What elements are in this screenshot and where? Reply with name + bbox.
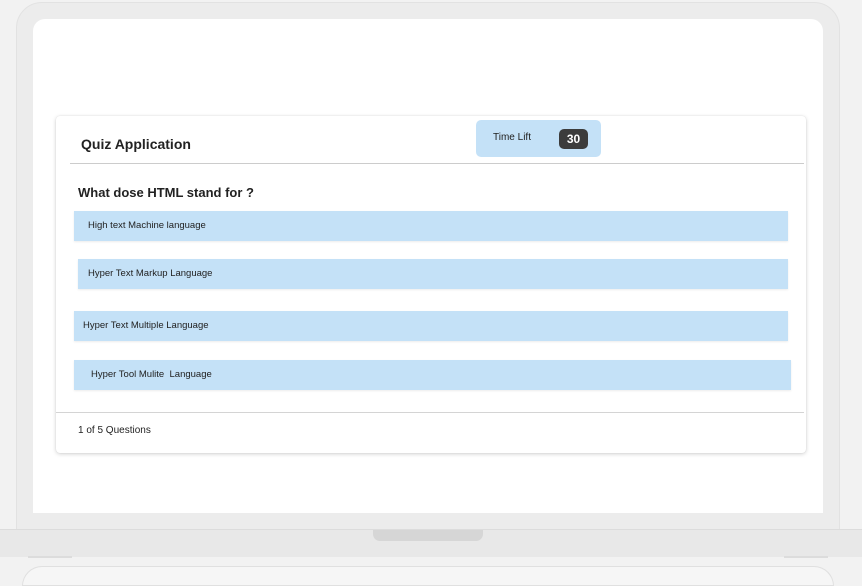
question-progress: 1 of 5 Questions <box>78 425 151 436</box>
quiz-card: Quiz Application Time Lift 30 What dose … <box>56 116 806 453</box>
answer-option-3[interactable]: Hyper Text Multiple Language <box>74 311 788 341</box>
laptop-notch <box>373 530 483 541</box>
answer-option-1[interactable]: High text Machine language <box>74 211 788 241</box>
answer-option-2[interactable]: Hyper Text Markup Language <box>78 259 788 289</box>
laptop-foot-left <box>28 556 72 558</box>
footer-divider <box>56 412 804 413</box>
timer-label: Time Lift <box>493 132 531 143</box>
laptop-foot-right <box>784 556 828 558</box>
desk-surface <box>22 566 834 586</box>
answer-option-4[interactable]: Hyper Tool Mulite Language <box>74 360 791 390</box>
quiz-title: Quiz Application <box>81 136 191 152</box>
header-divider <box>70 163 804 164</box>
timer-count: 30 <box>559 129 588 149</box>
question-text: What dose HTML stand for ? <box>78 185 254 200</box>
timer-box: Time Lift 30 <box>476 120 601 157</box>
